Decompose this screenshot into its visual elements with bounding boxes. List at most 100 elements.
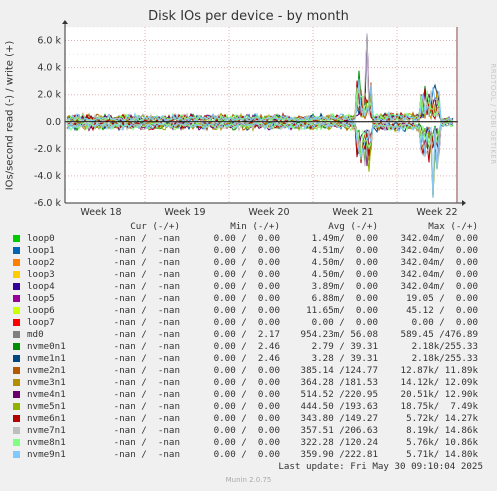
legend-swatch — [13, 451, 20, 458]
legend-name: nvme4n1 — [27, 389, 66, 400]
legend-name: loop0 — [27, 233, 55, 244]
legend-row: nvme9n1 -nan / -nan 0.00 / 0.00 359.90 /222… — [0, 449, 497, 461]
legend-min: 0.00 / 0.00 — [213, 425, 280, 436]
y-tick-label: 6.0 k — [37, 36, 61, 47]
legend-cur: -nan / -nan — [113, 293, 180, 304]
legend-row: nvme8n1 -nan / -nan 0.00 / 0.00 322.28 /120… — [0, 437, 497, 449]
legend-name: loop6 — [27, 305, 55, 316]
legend-avg: 4.51m/ 0.00 — [311, 245, 378, 256]
legend-max: 5.76k/ 10.86k — [406, 437, 478, 448]
legend-avg: 11.65m/ 0.00 — [306, 305, 378, 316]
legend-cur: -nan / -nan — [113, 413, 180, 424]
legend-row: loop7 -nan / -nan 0.00 / 0.00 0.00 / 0.00 0.… — [0, 317, 497, 329]
legend-swatch — [13, 307, 20, 314]
legend-cur: -nan / -nan — [113, 353, 180, 364]
legend-cur: -nan / -nan — [113, 365, 180, 376]
legend-swatch — [13, 415, 20, 422]
legend-max: 589.45 /476.89 — [400, 329, 478, 340]
x-tick-label: Week 20 — [248, 207, 289, 218]
legend-max: 14.12k/ 12.09k — [400, 377, 478, 388]
legend-max: 5.71k/ 14.80k — [406, 449, 478, 460]
legend-max: 20.51k/ 12.90k — [400, 389, 478, 400]
legend-max: 45.12 / 0.00 — [406, 305, 478, 316]
legend-name: nvme2n1 — [27, 365, 66, 376]
legend-name: loop7 — [27, 317, 55, 328]
legend-name: nvme0n1 — [27, 341, 66, 352]
legend-max: 0.00 / 0.00 — [411, 317, 478, 328]
y-tick-label: -2.0 k — [34, 144, 62, 155]
legend-row: md0 -nan / -nan 0.00 / 2.17 954.23m/ 56.08 5… — [0, 329, 497, 341]
legend-min: 0.00 / 0.00 — [213, 317, 280, 328]
graph-frame: Disk IOs per device - by month IOs/secon… — [0, 0, 497, 491]
legend-min: 0.00 / 0.00 — [213, 389, 280, 400]
legend-name: nvme8n1 — [27, 437, 66, 448]
legend-cur: -nan / -nan — [113, 317, 180, 328]
legend-max: 342.04m/ 0.00 — [400, 257, 478, 268]
legend-name: nvme3n1 — [27, 377, 66, 388]
legend-avg: 322.28 /120.24 — [300, 437, 378, 448]
legend-name: loop1 — [27, 245, 55, 256]
legend-min: 0.00 / 0.00 — [213, 305, 280, 316]
legend-cur: -nan / -nan — [113, 245, 180, 256]
legend-max: 5.72k/ 14.27k — [406, 413, 478, 424]
legend-min: 0.00 / 0.00 — [213, 281, 280, 292]
legend-cur: -nan / -nan — [113, 329, 180, 340]
legend-row: nvme5n1 -nan / -nan 0.00 / 0.00 444.50 /193… — [0, 401, 497, 413]
legend-row: loop1 -nan / -nan 0.00 / 0.00 4.51m/ 0.00 34… — [0, 245, 497, 257]
legend-max: 2.18k/255.33 — [411, 353, 478, 364]
legend-avg: 4.50m/ 0.00 — [311, 269, 378, 280]
legend-max: 12.87k/ 11.89k — [400, 365, 478, 376]
x-tick-label: Week 19 — [164, 207, 205, 218]
legend-cur: -nan / -nan — [113, 377, 180, 388]
legend-name: md0 — [27, 329, 44, 340]
legend-cur: -nan / -nan — [113, 425, 180, 436]
legend-swatch — [13, 235, 20, 242]
legend-row: loop4 -nan / -nan 0.00 / 0.00 3.89m/ 0.00 34… — [0, 281, 497, 293]
legend-cur: -nan / -nan — [113, 389, 180, 400]
legend-header-max: Max (-/+) — [428, 221, 478, 232]
legend-swatch — [13, 283, 20, 290]
legend-min: 0.00 / 2.46 — [213, 341, 280, 352]
legend-cur: -nan / -nan — [113, 269, 180, 280]
legend-avg: 444.50 /193.63 — [300, 401, 378, 412]
legend-row: loop3 -nan / -nan 0.00 / 0.00 4.50m/ 0.00 34… — [0, 269, 497, 281]
legend-min: 0.00 / 0.00 — [213, 449, 280, 460]
legend-header-min: Min (-/+) — [230, 221, 280, 232]
legend-max: 342.04m/ 0.00 — [400, 269, 478, 280]
legend-swatch — [13, 319, 20, 326]
legend-max: 18.75k/ 7.49k — [400, 401, 478, 412]
legend-avg: 6.88m/ 0.00 — [311, 293, 378, 304]
legend-swatch — [13, 391, 20, 398]
legend-row: nvme7n1 -nan / -nan 0.00 / 0.00 357.51 /206… — [0, 425, 497, 437]
legend-swatch — [13, 271, 20, 278]
legend-swatch — [13, 427, 20, 434]
legend-rows: loop0 -nan / -nan 0.00 / 0.00 1.49m/ 0.00 34… — [0, 233, 497, 461]
legend-avg: 514.52 /220.95 — [300, 389, 378, 400]
legend-cur: -nan / -nan — [113, 305, 180, 316]
legend-max: 2.18k/255.33 — [411, 341, 478, 352]
legend-row: loop2 -nan / -nan 0.00 / 0.00 4.50m/ 0.00 34… — [0, 257, 497, 269]
legend-min: 0.00 / 0.00 — [213, 365, 280, 376]
legend-avg: 3.89m/ 0.00 — [311, 281, 378, 292]
legend-cur: -nan / -nan — [113, 281, 180, 292]
legend-row: loop0 -nan / -nan 0.00 / 0.00 1.49m/ 0.00 34… — [0, 233, 497, 245]
legend-swatch — [13, 439, 20, 446]
legend-name: nvme9n1 — [27, 449, 66, 460]
legend-max: 8.19k/ 14.86k — [406, 425, 478, 436]
legend-avg: 954.23m/ 56.08 — [300, 329, 378, 340]
legend-cur: -nan / -nan — [113, 449, 180, 460]
legend-cur: -nan / -nan — [113, 401, 180, 412]
legend-avg: 4.50m/ 0.00 — [311, 257, 378, 268]
legend-name: nvme7n1 — [27, 425, 66, 436]
legend-avg: 359.90 /222.81 — [300, 449, 378, 460]
legend-row: nvme0n1 -nan / -nan 0.00 / 2.46 2.79 / 39.3… — [0, 341, 497, 353]
legend-avg: 3.28 / 39.31 — [311, 353, 378, 364]
legend-max: 342.04m/ 0.00 — [400, 233, 478, 244]
legend-cur: -nan / -nan — [113, 257, 180, 268]
legend-swatch — [13, 331, 20, 338]
legend-row: nvme1n1 -nan / -nan 0.00 / 2.46 3.28 / 39.3… — [0, 353, 497, 365]
legend-avg: 1.49m/ 0.00 — [311, 233, 378, 244]
x-tick-label: Week 18 — [80, 207, 121, 218]
legend-row: nvme3n1 -nan / -nan 0.00 / 0.00 364.28 /181… — [0, 377, 497, 389]
legend-swatch — [13, 259, 20, 266]
